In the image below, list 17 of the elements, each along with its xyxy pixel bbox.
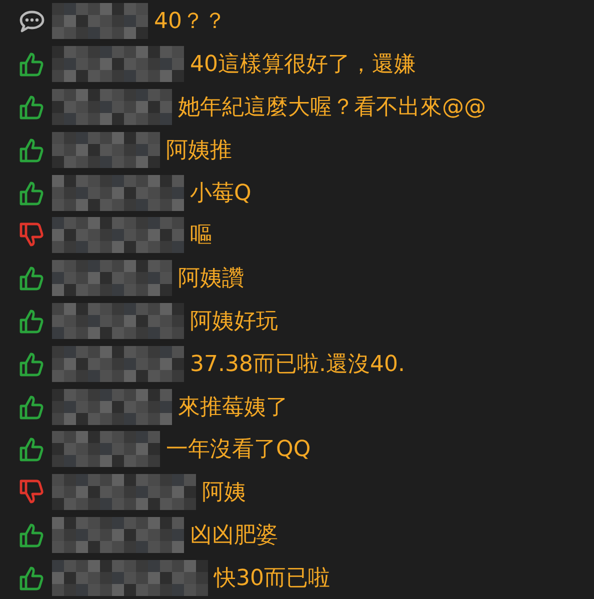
thumbs-up-icon xyxy=(18,264,46,292)
comment-text: 37.38而已啦.還沒40. xyxy=(190,350,405,379)
comment-text: 來推莓姨了 xyxy=(178,394,288,422)
thumbs-up-icon xyxy=(18,50,46,78)
comment-text: 凶凶肥婆 xyxy=(190,522,278,550)
comment-text: 阿姨 xyxy=(202,479,246,508)
comment-text: 阿姨讚 xyxy=(178,265,244,294)
comment-text: 小莓Q xyxy=(190,180,252,208)
thumbs-up-icon xyxy=(18,435,46,464)
comment-text: 一年沒看了QQ xyxy=(166,436,311,464)
comment-text: 阿姨好玩 xyxy=(190,308,278,336)
comment-text: 40這樣算很好了，還嫌 xyxy=(190,51,416,80)
comment-text: 快30而已啦 xyxy=(214,564,330,593)
comment-text: 40？？ xyxy=(154,8,226,36)
comment-text: 她年紀這麼大喔？看不出來@@ xyxy=(178,94,486,122)
comment-text: 阿姨推 xyxy=(166,136,232,165)
comment-text: 嘔 xyxy=(190,222,212,250)
